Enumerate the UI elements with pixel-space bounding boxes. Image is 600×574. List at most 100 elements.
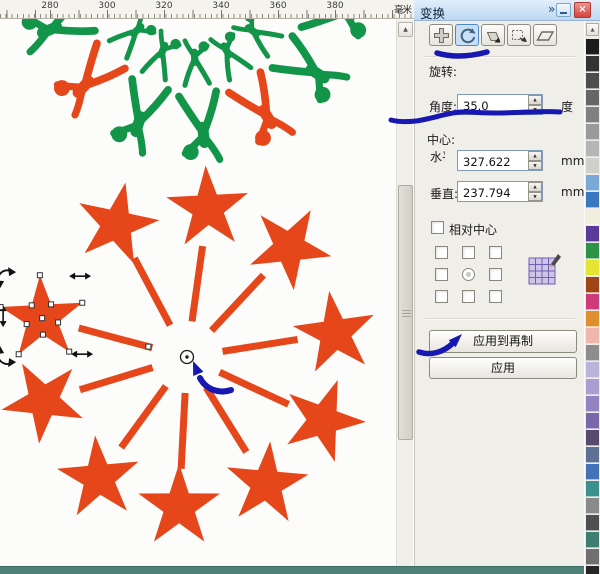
palette-swatch[interactable] xyxy=(586,413,599,429)
star-tail[interactable] xyxy=(206,388,246,452)
rotation-handle[interactable] xyxy=(0,346,16,367)
star-tail[interactable] xyxy=(181,393,185,469)
palette-swatch[interactable] xyxy=(586,192,599,208)
palette-swatch[interactable] xyxy=(586,158,599,174)
star[interactable] xyxy=(2,364,83,444)
star-tail[interactable] xyxy=(80,368,153,390)
star[interactable] xyxy=(227,441,309,521)
person-figure[interactable] xyxy=(227,72,292,150)
palette-swatch[interactable] xyxy=(586,260,599,276)
node-square[interactable] xyxy=(56,320,61,325)
palette-swatch[interactable] xyxy=(586,532,599,548)
anchor-checkbox[interactable] xyxy=(489,290,502,303)
star-tail[interactable] xyxy=(223,339,298,351)
canvas-vertical-scrollbar[interactable]: ▲ xyxy=(396,20,413,566)
node-square[interactable] xyxy=(24,322,29,327)
palette-swatch[interactable] xyxy=(586,345,599,361)
palette-swatch[interactable] xyxy=(586,379,599,395)
tool-scale-mirror-button[interactable] xyxy=(481,24,505,46)
palette-swatch[interactable] xyxy=(586,328,599,344)
scroll-up-button[interactable]: ▲ xyxy=(398,22,413,37)
palette-swatch[interactable] xyxy=(586,209,599,225)
palette-swatch[interactable] xyxy=(586,141,599,157)
palette-swatch[interactable] xyxy=(586,549,599,565)
rotation-handle[interactable] xyxy=(0,267,16,288)
vertical-spin-down[interactable]: ▼ xyxy=(528,192,542,202)
palette-swatch[interactable] xyxy=(586,362,599,378)
scrollbar-thumb[interactable] xyxy=(398,185,413,440)
skew-handle[interactable] xyxy=(69,273,91,280)
palette-swatch[interactable] xyxy=(586,481,599,497)
star[interactable] xyxy=(287,380,366,462)
star[interactable] xyxy=(57,436,138,516)
palette-swatch[interactable] xyxy=(586,226,599,242)
horizontal-spin-down[interactable]: ▼ xyxy=(528,161,542,171)
star[interactable] xyxy=(293,291,374,372)
star-tail[interactable] xyxy=(134,258,170,325)
node-square[interactable] xyxy=(146,344,151,349)
drawing-canvas[interactable] xyxy=(0,0,396,574)
anchor-checkbox[interactable] xyxy=(435,268,448,281)
palette-swatch[interactable] xyxy=(586,311,599,327)
anchor-checkbox[interactable] xyxy=(435,246,448,259)
palette-swatch[interactable] xyxy=(586,124,599,140)
horizontal-input[interactable] xyxy=(458,151,526,170)
relative-center-checkbox[interactable] xyxy=(431,221,444,234)
anchor-checkbox[interactable] xyxy=(489,246,502,259)
angle-input[interactable] xyxy=(458,95,526,114)
palette-swatch[interactable] xyxy=(586,515,599,531)
vertical-input[interactable] xyxy=(458,182,526,201)
node-square[interactable] xyxy=(67,349,72,354)
star-tail[interactable] xyxy=(79,328,152,348)
node-square[interactable] xyxy=(37,273,42,278)
node-square[interactable] xyxy=(29,303,34,308)
palette-swatch[interactable] xyxy=(586,294,599,310)
palette-swatch[interactable] xyxy=(586,39,599,55)
palette-swatch[interactable] xyxy=(586,566,599,574)
star[interactable] xyxy=(166,166,248,245)
star-tail[interactable] xyxy=(212,275,264,331)
star-tail[interactable] xyxy=(220,372,289,404)
person-figure[interactable] xyxy=(270,36,347,107)
star[interactable] xyxy=(138,464,220,542)
star-selected[interactable] xyxy=(1,275,83,354)
node-square[interactable] xyxy=(40,332,45,337)
angle-spin-down[interactable]: ▼ xyxy=(528,105,542,115)
apply-to-duplicate-button[interactable]: 应用到再制 xyxy=(429,330,577,353)
person-figure[interactable] xyxy=(211,29,252,80)
angle-spin-up[interactable]: ▲ xyxy=(528,95,542,105)
skew-handle[interactable] xyxy=(71,351,93,358)
tool-position-button[interactable] xyxy=(429,24,453,46)
docker-chevron-button[interactable]: » xyxy=(548,2,555,16)
anchor-checkbox[interactable] xyxy=(462,290,475,303)
apply-button[interactable]: 应用 xyxy=(429,357,577,379)
palette-swatch[interactable] xyxy=(586,175,599,191)
anchor-checkbox[interactable] xyxy=(435,290,448,303)
palette-swatch[interactable] xyxy=(586,73,599,89)
palette-swatch[interactable] xyxy=(586,464,599,480)
star-tail[interactable] xyxy=(121,386,166,447)
palette-swatch[interactable] xyxy=(586,396,599,412)
node-square[interactable] xyxy=(80,300,85,305)
star[interactable] xyxy=(79,183,159,264)
palette-swatch[interactable] xyxy=(586,498,599,514)
palette-swatch[interactable] xyxy=(586,277,599,293)
person-figure[interactable] xyxy=(49,41,124,115)
palette-swatch[interactable] xyxy=(586,107,599,123)
tool-size-button[interactable] xyxy=(507,24,531,46)
person-figure[interactable] xyxy=(109,12,159,59)
palette-scroll-up[interactable]: ▲ xyxy=(586,23,599,36)
anchor-checkbox[interactable] xyxy=(462,246,475,259)
node-square[interactable] xyxy=(16,352,21,357)
person-figure[interactable] xyxy=(108,76,168,153)
horizontal-spin-up[interactable]: ▲ xyxy=(528,151,542,161)
star-tail[interactable] xyxy=(192,246,203,321)
palette-swatch[interactable] xyxy=(586,430,599,446)
tool-skew-button[interactable] xyxy=(533,24,557,46)
person-figure[interactable] xyxy=(142,31,183,82)
docker-close-button[interactable]: × xyxy=(574,2,591,18)
vertical-spin-up[interactable]: ▲ xyxy=(528,182,542,192)
anchor-checkbox[interactable] xyxy=(489,268,502,281)
palette-swatch[interactable] xyxy=(586,90,599,106)
person-figure[interactable] xyxy=(185,41,209,86)
